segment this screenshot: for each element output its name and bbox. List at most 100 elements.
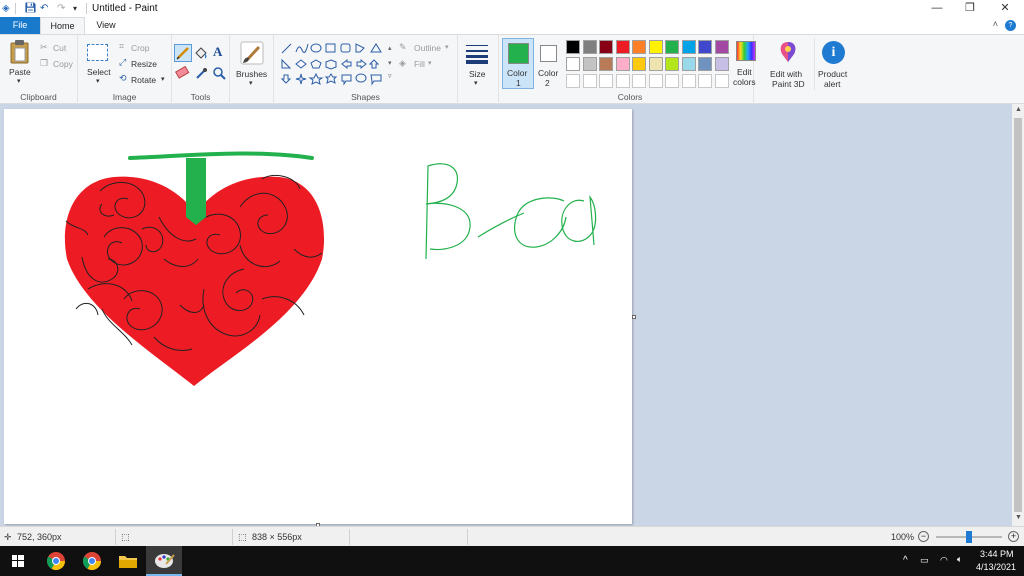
minimize-button[interactable]: —: [920, 0, 954, 17]
taskbar-file-explorer[interactable]: [110, 546, 146, 576]
outline-button[interactable]: Outline: [414, 43, 441, 53]
zoom-in-button[interactable]: +: [1008, 531, 1019, 542]
scroll-up-icon[interactable]: ▲: [1015, 106, 1022, 113]
custom-color-slot[interactable]: [698, 74, 712, 88]
text-tool-icon[interactable]: A: [213, 44, 222, 60]
edit-colors-button[interactable]: Edit colors: [732, 38, 760, 89]
rotate-button[interactable]: Rotate: [131, 75, 156, 85]
zoom-out-button[interactable]: −: [918, 531, 929, 542]
custom-color-slot[interactable]: [665, 74, 679, 88]
palette-swatch[interactable]: [615, 40, 630, 54]
product-alert-button[interactable]: i Product alert: [814, 38, 852, 90]
custom-color-slot[interactable]: [648, 74, 663, 88]
palette-swatch[interactable]: [566, 57, 580, 71]
scroll-down-icon[interactable]: ▼: [1015, 514, 1022, 521]
tab-view[interactable]: View: [85, 17, 127, 34]
palette-swatch[interactable]: [632, 57, 646, 71]
show-hidden-icons[interactable]: ^: [903, 555, 908, 566]
canvas-resize-handle-right[interactable]: [632, 315, 636, 319]
paste-dropdown-icon[interactable]: ▾: [17, 77, 21, 85]
tab-file[interactable]: File: [0, 17, 40, 34]
color2-button[interactable]: Color 2: [536, 38, 562, 89]
palette-swatch[interactable]: [566, 40, 580, 54]
vertical-scrollbar[interactable]: ▲ ▼: [1012, 104, 1024, 526]
drawing: [64, 151, 597, 386]
palette-swatch[interactable]: [582, 40, 597, 54]
crop-button[interactable]: Crop: [131, 43, 149, 53]
network-icon[interactable]: ◠: [940, 555, 948, 566]
shapes-scroll-down-icon[interactable]: ▾: [388, 59, 392, 67]
collapse-ribbon-icon[interactable]: ˄: [993, 19, 998, 29]
scroll-thumb[interactable]: [1014, 118, 1022, 512]
undo-icon[interactable]: ↶: [40, 2, 48, 15]
color-picker-icon[interactable]: [194, 66, 208, 80]
shapes-scroll-up-icon[interactable]: ▴: [388, 44, 392, 52]
save-icon[interactable]: 💾︎: [24, 2, 37, 15]
taskbar-chrome-2[interactable]: [74, 546, 110, 576]
pencil-tool[interactable]: [174, 44, 192, 62]
palette-swatch[interactable]: [698, 57, 712, 71]
paint-app-icon[interactable]: ◈: [2, 2, 10, 15]
fill-button[interactable]: Fill: [414, 59, 425, 69]
custom-color-slot[interactable]: [615, 74, 630, 88]
clock-time[interactable]: 3:44 PM: [980, 549, 1014, 559]
redo-icon[interactable]: ↷: [57, 2, 65, 15]
fill-dropdown-icon[interactable]: ▾: [428, 59, 432, 67]
custom-color-slot[interactable]: [681, 74, 696, 88]
restore-button[interactable]: ❐: [953, 0, 987, 17]
custom-color-slot[interactable]: [599, 74, 613, 88]
cut-button[interactable]: Cut: [53, 43, 66, 53]
palette-swatch[interactable]: [665, 57, 679, 71]
size-button[interactable]: Size ▾: [460, 40, 494, 90]
fill-bucket-icon[interactable]: [193, 45, 209, 61]
palette-swatch[interactable]: [615, 57, 630, 71]
color1-button[interactable]: Color 1: [502, 38, 534, 89]
taskbar-paint[interactable]: [146, 546, 182, 576]
eraser-icon[interactable]: [175, 66, 190, 79]
drawing-canvas[interactable]: [4, 109, 636, 527]
custom-color-slot[interactable]: [714, 74, 729, 88]
battery-icon[interactable]: ▭: [920, 555, 929, 566]
image-group: Select ▾ ⌗ Crop ⤢ Resize ⟲ Rotate ▾ Imag…: [78, 35, 172, 104]
custom-color-slot[interactable]: [566, 74, 580, 88]
palette-swatch[interactable]: [582, 57, 597, 71]
start-button[interactable]: [0, 546, 36, 576]
shapes-gallery[interactable]: [279, 41, 391, 89]
palette-swatch[interactable]: [665, 40, 679, 54]
palette-swatch[interactable]: [714, 40, 729, 54]
magnifier-icon[interactable]: [212, 66, 226, 80]
select-dropdown-icon[interactable]: ▾: [96, 77, 100, 85]
help-icon[interactable]: ?: [1005, 20, 1016, 31]
close-button[interactable]: ✕: [988, 0, 1022, 17]
paste-button[interactable]: Paste ▾: [5, 39, 35, 89]
palette-swatch[interactable]: [714, 57, 729, 71]
outline-dropdown-icon[interactable]: ▾: [445, 43, 449, 51]
shapes-more-icon[interactable]: ▿: [388, 72, 392, 80]
palette-swatch[interactable]: [648, 40, 663, 54]
rotate-dropdown-icon[interactable]: ▾: [161, 75, 165, 83]
clock-date[interactable]: 4/13/2021: [976, 562, 1016, 572]
brushes-button[interactable]: Brushes ▾: [232, 40, 272, 90]
customize-quick-access-icon[interactable]: ▾: [73, 2, 77, 15]
custom-color-slot[interactable]: [632, 74, 646, 88]
volume-icon[interactable]: 🔈︎: [957, 554, 962, 565]
taskbar-chrome-1[interactable]: [38, 546, 74, 576]
zoom-slider-thumb[interactable]: [966, 531, 972, 543]
palette-swatch[interactable]: [648, 57, 663, 71]
resize-button[interactable]: Resize: [131, 59, 157, 69]
palette-swatch[interactable]: [681, 40, 696, 54]
palette-swatch[interactable]: [698, 40, 712, 54]
tools-group-label: Tools: [190, 92, 211, 102]
select-button[interactable]: Select ▾: [82, 41, 112, 89]
edit-with-paint3d-button[interactable]: Edit with Paint 3D: [766, 38, 810, 90]
brushes-dropdown-icon[interactable]: ▾: [249, 79, 253, 87]
palette-swatch[interactable]: [599, 40, 613, 54]
size-dropdown-icon[interactable]: ▾: [474, 79, 478, 87]
palette-swatch[interactable]: [681, 57, 696, 71]
palette-swatch[interactable]: [599, 57, 613, 71]
palette-swatch[interactable]: [632, 40, 646, 54]
custom-color-slot[interactable]: [582, 74, 597, 88]
tab-home[interactable]: Home: [40, 17, 85, 35]
copy-button[interactable]: Copy: [53, 59, 73, 69]
zoom-slider[interactable]: [936, 531, 1002, 543]
